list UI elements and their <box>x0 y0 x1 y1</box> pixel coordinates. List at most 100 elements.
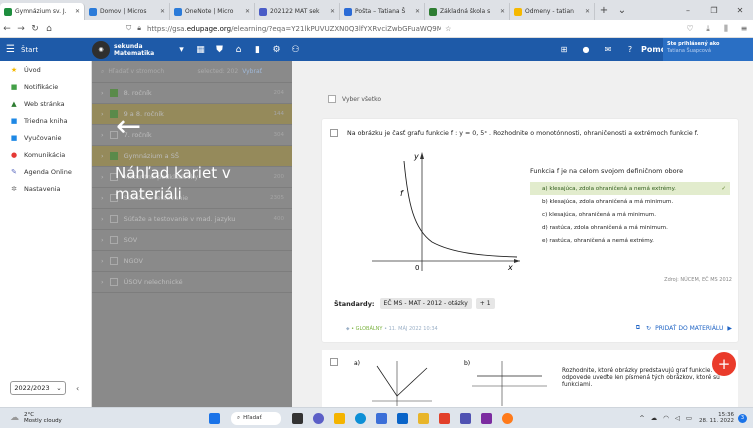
shield-badge-icon[interactable]: ⛊ <box>210 45 229 55</box>
collapse-sidebar-icon[interactable]: ‹ <box>76 384 79 393</box>
library-icon[interactable]: ⫼ <box>717 24 735 34</box>
sidebar-item-label: Triedna kniha <box>24 116 68 125</box>
user-caption: Ste prihlásený ako <box>667 41 720 47</box>
browser-tab[interactable]: Gymnázium sv. J. ✕ <box>0 3 85 20</box>
bookmark-star-icon[interactable]: ☆ <box>445 25 451 33</box>
mail-icon[interactable]: ✉ <box>597 45 619 54</box>
tab-close-icon[interactable]: ✕ <box>500 8 505 15</box>
pocket-icon[interactable]: ♡ <box>681 24 699 34</box>
browser-tab[interactable]: 202122 MAT sek ✕ <box>255 3 340 20</box>
download-icon[interactable]: ⤓ <box>699 24 717 34</box>
add-card-button[interactable]: + <box>712 352 736 376</box>
notification-badge[interactable]: 3 <box>738 413 747 423</box>
tab-close-icon[interactable]: ✕ <box>585 8 590 15</box>
browser-tab[interactable]: Domov | Micros ✕ <box>85 3 170 20</box>
sidebar-item-label: Agenda Online <box>24 167 72 176</box>
teams-icon[interactable] <box>460 412 471 424</box>
select-all-checkbox[interactable] <box>328 95 336 103</box>
menu-icon[interactable]: ≡ <box>735 24 753 34</box>
home-icon[interactable]: ⌂ <box>42 24 56 34</box>
chat-icon[interactable]: ● <box>575 45 597 54</box>
question-header: Na obrázku je časť grafu funkcie f : y =… <box>330 129 699 137</box>
task-view-icon[interactable] <box>292 412 303 424</box>
more-standards-badge[interactable]: + 1 <box>475 298 495 309</box>
sidebar-item[interactable]: ✲ Nastavenia <box>0 180 91 197</box>
calendar-icon[interactable]: ▦ <box>191 45 210 55</box>
tab-close-icon[interactable]: ✕ <box>75 8 80 15</box>
tab-close-icon[interactable]: ✕ <box>245 8 250 15</box>
sidebar-item[interactable]: ■ Triedna kniha <box>0 112 91 129</box>
overlay-title: Náhľad kariet v materiáli <box>115 164 231 203</box>
firefox-icon[interactable] <box>502 412 513 424</box>
answer-option[interactable]: c) klesajúca, ohraničená a má minimum. <box>530 208 730 221</box>
chevron-up-icon[interactable]: ^ <box>639 414 644 422</box>
back-arrow-icon[interactable]: ← <box>116 109 141 144</box>
edge-icon[interactable] <box>355 412 366 424</box>
tab-close-icon[interactable]: ✕ <box>330 8 335 15</box>
tab-favicon-icon <box>89 7 97 16</box>
sidebar-item-icon: ■ <box>10 116 18 125</box>
sidebar-item[interactable]: ■ Vyučovanie <box>0 129 91 146</box>
tab-close-icon[interactable]: ✕ <box>160 8 165 15</box>
minimize-icon[interactable]: – <box>675 6 701 15</box>
forward-arrow-icon[interactable]: → <box>14 24 28 34</box>
file-explorer-icon[interactable] <box>334 412 345 424</box>
chart-icon[interactable]: ▮ <box>248 45 267 55</box>
sidebar-item[interactable]: ● Komunikácia <box>0 146 91 163</box>
paint-icon[interactable] <box>418 412 429 424</box>
reload-icon[interactable]: ↻ <box>28 24 42 34</box>
dropdown-icon[interactable]: ▾ <box>172 45 191 55</box>
question-2-checkbox[interactable] <box>330 358 338 366</box>
school-year-select[interactable]: 2022/2023 ⌄ <box>10 381 66 395</box>
office-icon[interactable] <box>439 412 450 424</box>
answer-option[interactable]: a) klesajúca, zdola ohraničená a nemá ex… <box>530 182 730 195</box>
answer-option-label: d) rastúca, zdola ohraničená a má minimu… <box>542 224 668 231</box>
start-menu-button[interactable]: ☰ Štart <box>0 44 92 55</box>
user-menu[interactable]: Ste prihlásený ako Tatiana Šuapcová <box>663 38 753 61</box>
answer-option[interactable]: d) rastúca, zdola ohraničená a má minimu… <box>530 221 730 234</box>
store-icon[interactable] <box>376 412 387 424</box>
tab-list-chevron-icon[interactable]: ⌄ <box>613 5 631 16</box>
people-icon[interactable]: ⚇ <box>286 45 305 55</box>
help-icon[interactable]: ? <box>619 45 641 54</box>
sidebar-item[interactable]: ■ Notifikácie <box>0 78 91 95</box>
clock[interactable]: 15:36 28. 11. 2022 <box>699 412 734 424</box>
restore-icon[interactable]: ❐ <box>701 6 727 15</box>
sidebar-item[interactable]: ✎ Agenda Online <box>0 163 91 180</box>
course-selector[interactable]: sekunda Matematika <box>114 43 172 57</box>
building-icon[interactable]: ⌂ <box>229 45 248 55</box>
browser-tab[interactable]: OneNote | Micro ✕ <box>170 3 255 20</box>
question-2-text: Rozhodnite, ktoré obrázky predstavujú gr… <box>562 368 720 388</box>
sidebar-item[interactable]: ★ Úvod <box>0 61 91 78</box>
battery-icon[interactable]: ▭ <box>686 414 692 422</box>
weather-widget[interactable]: ☁ 2°C Mostly cloudy <box>0 412 120 424</box>
new-tab-button[interactable]: + <box>595 5 613 16</box>
select-all[interactable]: Vyber všetko <box>328 95 381 103</box>
sidebar-item-label: Web stránka <box>24 99 65 108</box>
volume-icon[interactable]: ◁ <box>675 414 680 422</box>
windows-start-icon[interactable] <box>209 412 220 424</box>
add-to-material-button[interactable]: ⧉ ↻ PRIDAŤ DO MATERIÁLU ▶ <box>636 324 732 332</box>
onenote-icon[interactable] <box>481 412 492 424</box>
taskbar-search[interactable]: ⌕ Hľadať <box>231 411 281 425</box>
wifi-icon[interactable]: ◠ <box>663 414 669 422</box>
tab-close-icon[interactable]: ✕ <box>415 8 420 15</box>
url-field[interactable]: ⛉ 🔒︎ https://gsa. edupage.org/elearning/?… <box>126 24 526 33</box>
cloud-sync-icon[interactable]: ☁ <box>651 414 658 422</box>
question-checkbox[interactable] <box>330 129 338 137</box>
back-arrow-icon[interactable]: ← <box>0 24 14 34</box>
standard-badge[interactable]: EČ MS - MAT - 2012 - otázky <box>379 298 472 309</box>
answer-option[interactable]: e) rastúca, ohraničená a nemá extrémy. <box>530 234 730 247</box>
grid-icon[interactable]: ⊞ <box>553 45 575 54</box>
close-window-icon[interactable]: ✕ <box>727 6 753 15</box>
outlook-icon[interactable] <box>397 412 408 424</box>
settings-icon[interactable]: ⚙ <box>267 45 286 55</box>
teams-chat-icon[interactable] <box>313 412 324 424</box>
sidebar-item[interactable]: ▲ Web stránka <box>0 95 91 112</box>
help-label[interactable]: Pomoc <box>641 45 671 54</box>
sidebar-item-label: Vyučovanie <box>24 133 62 142</box>
browser-tab[interactable]: Základná škola s ✕ <box>425 3 510 20</box>
browser-tab[interactable]: Odmeny - tatian ✕ <box>510 3 595 20</box>
browser-tab[interactable]: Pošta – Tatiana Š ✕ <box>340 3 425 20</box>
answer-option[interactable]: b) klesajúca, zdola ohraničená a má mini… <box>530 195 730 208</box>
